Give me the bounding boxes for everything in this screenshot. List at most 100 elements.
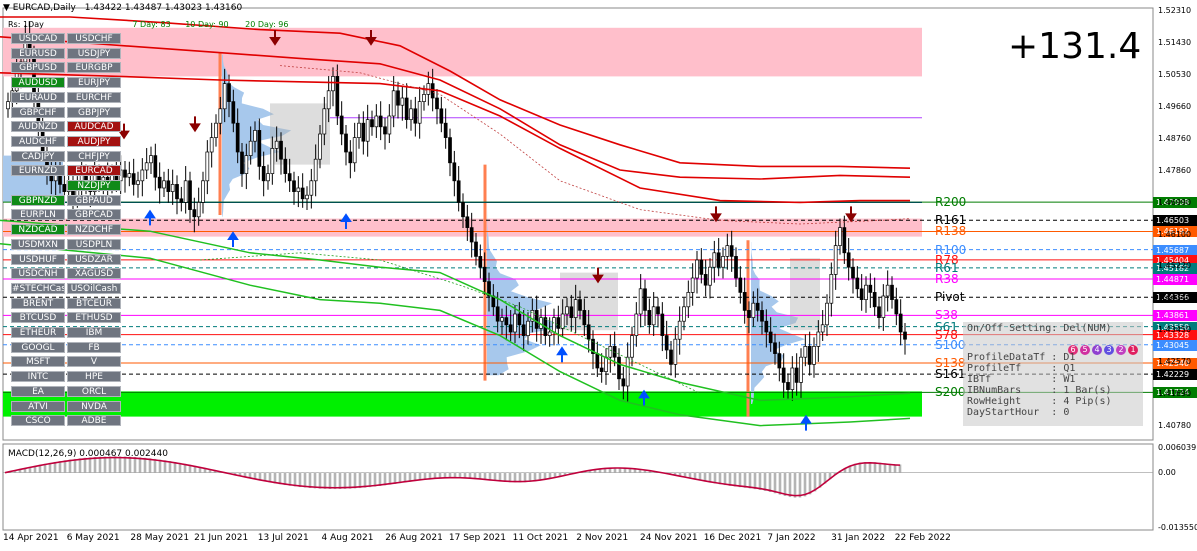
symbol-button-usdzar[interactable]: USDZAR bbox=[67, 253, 121, 265]
candle-body bbox=[448, 137, 452, 164]
symbol-button-ethusd[interactable]: ETHUSD bbox=[67, 312, 121, 324]
symbol-button-audcad[interactable]: AUDCAD bbox=[67, 121, 121, 133]
candle-body bbox=[595, 353, 600, 369]
symbol-button-ibm[interactable]: IBM bbox=[67, 327, 121, 338]
symbol-button-audnzd[interactable]: AUDNZD bbox=[11, 121, 65, 133]
candle-body bbox=[235, 122, 240, 153]
candle-body bbox=[881, 295, 886, 318]
symbol-button-usdjpy[interactable]: USDJPY bbox=[67, 47, 121, 59]
symbol-button-msft[interactable]: MSFT bbox=[11, 356, 65, 368]
symbol-button-stechcash[interactable]: #STECHCash bbox=[11, 282, 65, 294]
symbol-button-gbpjpy[interactable]: GBPJPY bbox=[67, 106, 121, 118]
symbol-button-eurjpy[interactable]: EURJPY bbox=[67, 77, 121, 89]
symbol-button-etheur[interactable]: ETHEUR bbox=[11, 327, 65, 338]
candle-body bbox=[565, 306, 569, 315]
candle-body bbox=[638, 288, 643, 315]
symbol-button-usdchf[interactable]: USDCHF bbox=[67, 33, 121, 44]
candle-body bbox=[903, 331, 907, 340]
symbol-button-usdhuf[interactable]: USDHUF bbox=[11, 253, 65, 265]
candle-body bbox=[786, 382, 790, 390]
symbol-button-brent[interactable]: BRENT bbox=[11, 297, 65, 309]
symbol-button-eurpln[interactable]: EURPLN bbox=[11, 209, 65, 221]
symbol-button-xagusd[interactable]: XAGUSD bbox=[67, 268, 121, 280]
symbol-button-btcusd[interactable]: BTCUSD bbox=[11, 312, 65, 324]
symbol-button-fb[interactable]: FB bbox=[67, 341, 121, 353]
candle-body bbox=[890, 284, 894, 300]
down-arrow-icon bbox=[189, 116, 201, 133]
candle-body bbox=[738, 277, 743, 293]
symbol-button-gbpcad[interactable]: GBPCAD bbox=[67, 209, 121, 221]
candle-body bbox=[582, 310, 587, 326]
symbol-button-hpe[interactable]: HPE bbox=[67, 371, 121, 383]
symbol-button-chfjpy[interactable]: CHFJPY bbox=[67, 150, 121, 162]
symbol-button-eurcad[interactable]: EURCAD bbox=[67, 165, 121, 177]
symbol-button-cadjpy[interactable]: CADJPY bbox=[11, 150, 65, 162]
symbol-button-gbpusd[interactable]: GBPUSD bbox=[11, 62, 65, 74]
profile-circle-button[interactable]: 2 bbox=[1116, 345, 1126, 355]
symbol-button-adbe[interactable]: ADBE bbox=[67, 415, 121, 427]
macd-tick: 0.00 bbox=[1158, 467, 1176, 477]
candle-body bbox=[664, 335, 669, 351]
symbol-button-nzdchf[interactable]: NZDCHF bbox=[67, 224, 121, 236]
symbol-button-eurgbp[interactable]: EURGBP bbox=[67, 62, 121, 74]
candle-body bbox=[396, 90, 400, 106]
price-tag: 1.44871 bbox=[1153, 274, 1197, 286]
candle-body bbox=[803, 346, 808, 358]
candle-body bbox=[630, 335, 634, 358]
value-area-3 bbox=[790, 258, 820, 331]
profile-circle-button[interactable]: 3 bbox=[1104, 345, 1114, 355]
symbol-button-usdcad[interactable]: USDCAD bbox=[11, 33, 65, 44]
pivot-label-s200: S200 bbox=[935, 385, 966, 400]
symbol-button-eurnzd[interactable]: EURNZD bbox=[11, 165, 65, 177]
symbol-button-orcl[interactable]: ORCL bbox=[67, 385, 121, 397]
symbol-button-v[interactable]: V bbox=[67, 356, 121, 368]
symbol-button-audchf[interactable]: AUDCHF bbox=[11, 135, 65, 147]
candle-body bbox=[227, 83, 231, 102]
symbol-button-usdcnh[interactable]: USDCNH bbox=[11, 268, 65, 280]
day-range-bar: Rs: 1Day 7 Day: 83 10 Day: 90 20 Day: 96 bbox=[8, 20, 288, 29]
candle-body bbox=[383, 126, 387, 135]
date-tick: 22 Feb 2022 bbox=[894, 533, 951, 543]
symbol-button-euraud[interactable]: EURAUD bbox=[11, 91, 65, 103]
symbol-button-eurusd[interactable]: EURUSD bbox=[11, 47, 65, 59]
symbol-button-intc[interactable]: INTC bbox=[11, 371, 65, 383]
symbol-button-usdpln[interactable]: USDPLN bbox=[67, 238, 121, 250]
symbol-button-eurchf[interactable]: EURCHF bbox=[67, 91, 121, 103]
symbol-button-audusd[interactable]: AUDUSD bbox=[11, 77, 65, 89]
profile-circle-button[interactable]: 1 bbox=[1128, 345, 1138, 355]
profile-circle-button[interactable]: 5 bbox=[1080, 345, 1090, 355]
symbol-button-nzdjpy[interactable]: NZDJPY bbox=[67, 180, 121, 191]
symbol-button-btceur[interactable]: BTCEUR bbox=[67, 297, 121, 309]
price-tick: 1.40780 bbox=[1158, 421, 1192, 431]
info-circles: 654321 bbox=[1068, 337, 1140, 356]
candle-body bbox=[361, 122, 366, 142]
symbol-button-csco[interactable]: CSCO bbox=[11, 415, 65, 427]
up-arrow-icon bbox=[556, 346, 568, 363]
symbol-button-nvda[interactable]: NVDA bbox=[67, 400, 121, 412]
pivot-label-r138: R138 bbox=[935, 224, 967, 239]
candle-body bbox=[790, 367, 795, 390]
candle-body bbox=[270, 148, 275, 174]
symbol-button-gbpaud[interactable]: GBPAUD bbox=[67, 194, 121, 206]
profile-circle-button[interactable]: 4 bbox=[1092, 345, 1102, 355]
candle-body bbox=[231, 101, 236, 124]
price-tag: 1.43861 bbox=[1153, 310, 1197, 322]
candle-body bbox=[370, 119, 374, 128]
symbol-button-googl[interactable]: GOOGL bbox=[11, 341, 65, 353]
symbol-button-atvi[interactable]: ATVI bbox=[11, 400, 65, 412]
symbol-button-gbpchf[interactable]: GBPCHF bbox=[11, 106, 65, 118]
symbol-button-gbpnzd[interactable]: GBPNZD bbox=[11, 194, 65, 206]
symbol-button-usdmxn[interactable]: USDMXN bbox=[11, 238, 65, 250]
candle-body bbox=[703, 274, 708, 286]
symbol-button-usoilcash[interactable]: USOilCash bbox=[67, 282, 121, 294]
candle-body bbox=[62, 184, 67, 192]
symbol-button-ea[interactable]: EA bbox=[11, 385, 65, 397]
candle-body bbox=[868, 284, 873, 293]
candle-body bbox=[322, 108, 327, 135]
price-chart[interactable] bbox=[0, 0, 1197, 551]
candle-body bbox=[123, 169, 127, 178]
candle-body bbox=[127, 173, 132, 178]
candle-body bbox=[248, 140, 253, 156]
symbol-button-audjpy[interactable]: AUDJPY bbox=[67, 135, 121, 147]
symbol-button-nzdcad[interactable]: NZDCAD bbox=[11, 224, 65, 236]
